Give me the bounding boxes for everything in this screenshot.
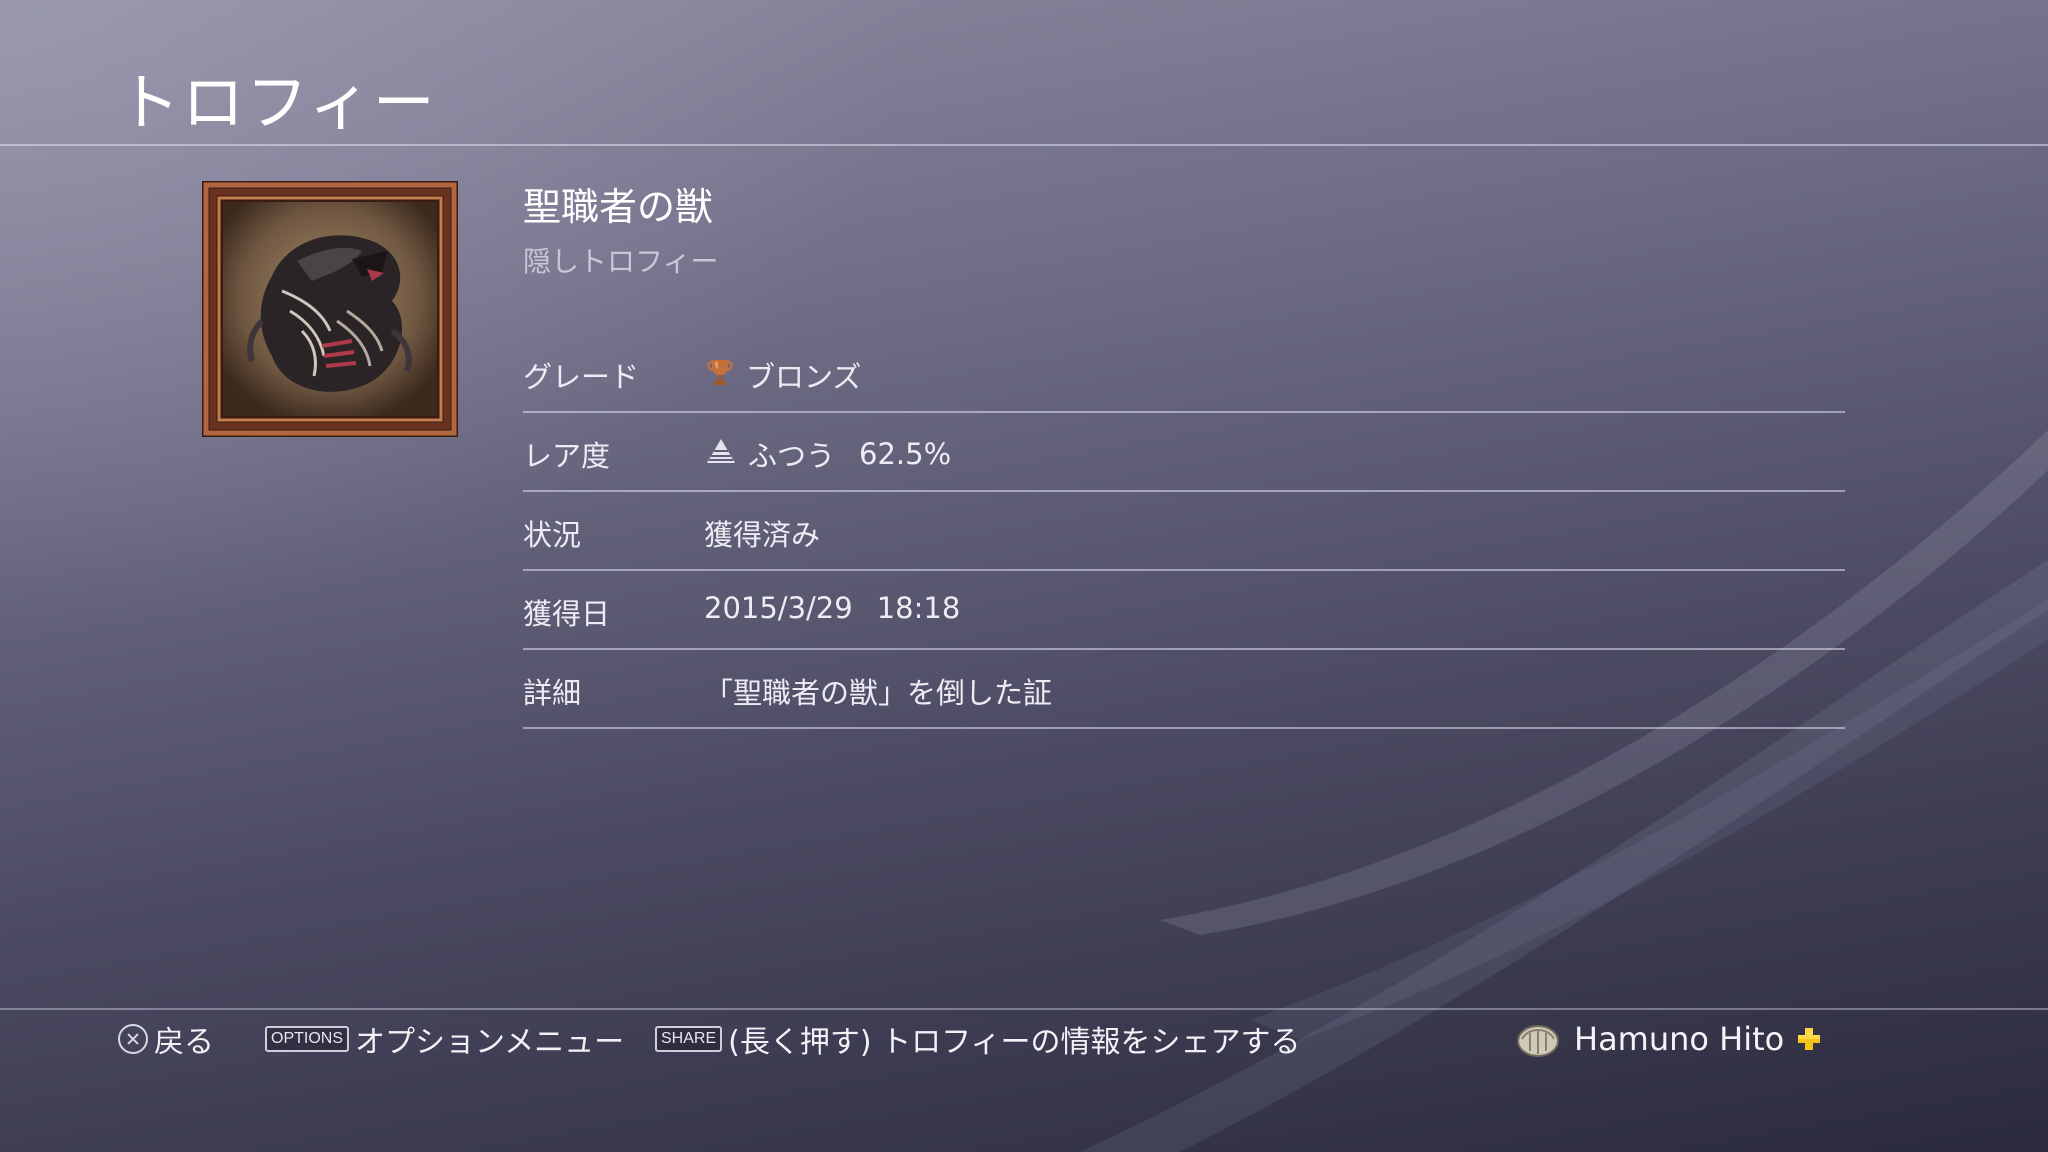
grade-text: ブロンズ	[746, 360, 862, 394]
footer-divider	[0, 1008, 2048, 1010]
page-title: トロフィー	[118, 66, 437, 139]
status-label: 状況	[523, 518, 582, 552]
rarity-text: ふつう	[748, 439, 836, 473]
earned-time: 18:18	[876, 591, 961, 625]
options-hint[interactable]: OPTIONS オプションメニュー	[265, 1016, 624, 1062]
options-key-icon: OPTIONS	[265, 1026, 350, 1052]
user-profile: Hamuno Hito	[1516, 1016, 1822, 1062]
earned-date: 2015/3/29	[704, 591, 853, 625]
header-divider	[0, 144, 2048, 146]
rarity-label: レア度	[523, 439, 611, 473]
trophy-details-list: グレード ブロンズ レア度 ふつう 62.5% 状況 獲得済み 獲得日 2015…	[523, 334, 1845, 729]
detail-row-rarity: レア度 ふつう 62.5%	[523, 413, 1845, 492]
share-key-icon: SHARE	[655, 1026, 723, 1052]
user-name: Hamuno Hito	[1574, 1020, 1785, 1058]
detail-row-earned: 獲得日 2015/3/29 18:18	[523, 571, 1845, 650]
avatar	[1517, 1025, 1559, 1057]
trophy-hidden-label: 隠しトロフィー	[523, 245, 719, 278]
trophy-name: 聖職者の獣	[523, 185, 714, 229]
detail-row-status: 状況 獲得済み	[523, 492, 1845, 571]
back-label: 戻る	[154, 1025, 214, 1060]
cross-button-icon	[118, 1024, 148, 1054]
description-label: 詳細	[523, 676, 582, 710]
earned-date-value: 2015/3/29 18:18	[704, 591, 960, 625]
share-label: (長く押す) トロフィーの情報をシェアする	[728, 1025, 1301, 1060]
rarity-value: ふつう 62.5%	[704, 433, 951, 475]
earned-date-label: 獲得日	[523, 597, 611, 631]
bronze-trophy-icon	[704, 356, 736, 395]
rarity-percent: 62.5%	[859, 437, 952, 471]
back-hint[interactable]: 戻る	[118, 1016, 214, 1062]
detail-row-description: 詳細 「聖職者の獣」を倒した証	[523, 650, 1845, 729]
playstation-plus-icon	[1798, 1028, 1821, 1050]
footer-hint-bar: 戻る OPTIONS オプションメニュー SHARE (長く押す) トロフィーの…	[0, 1016, 2048, 1062]
rarity-common-icon	[704, 436, 738, 473]
status-value: 獲得済み	[704, 518, 821, 552]
detail-row-grade: グレード ブロンズ	[523, 334, 1845, 413]
description-value: 「聖職者の獣」を倒した証	[704, 676, 1053, 710]
options-label: オプションメニュー	[355, 1025, 625, 1060]
grade-label: グレード	[523, 360, 640, 394]
grade-value: ブロンズ	[704, 354, 861, 396]
trophy-art-image	[202, 181, 458, 437]
share-hint[interactable]: SHARE (長く押す) トロフィーの情報をシェアする	[655, 1016, 1300, 1062]
